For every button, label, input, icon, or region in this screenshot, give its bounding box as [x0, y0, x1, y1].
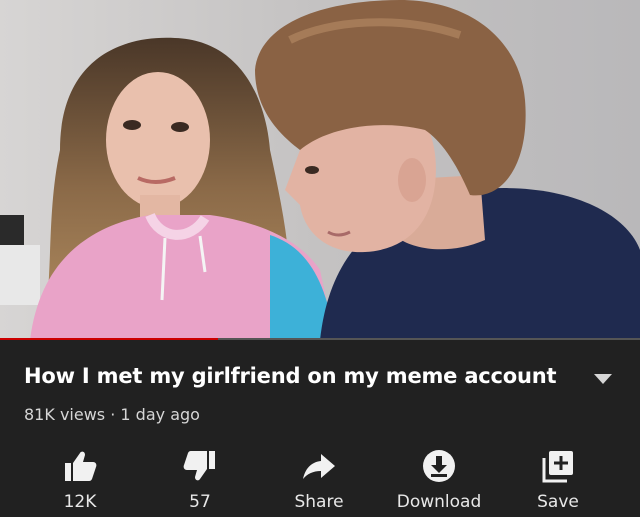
view-count: 81K views	[24, 405, 106, 424]
upload-age: 1 day ago	[120, 405, 200, 424]
meta-separator: ·	[110, 405, 116, 424]
like-count: 12K	[63, 492, 97, 512]
action-bar: 12K 57 Share Download Save	[0, 444, 640, 514]
thumbs-up-icon	[65, 451, 97, 481]
dislike-button[interactable]: 57	[145, 444, 255, 514]
download-icon	[423, 450, 455, 482]
add-to-playlist-icon	[542, 451, 573, 483]
dislike-count: 57	[189, 492, 211, 512]
thumbs-down-icon	[183, 451, 215, 481]
save-label: Save	[537, 492, 579, 512]
share-label: Share	[294, 492, 344, 512]
save-button[interactable]: Save	[503, 444, 613, 514]
video-frame-image	[0, 0, 640, 340]
video-info-panel: How I met my girlfriend on my meme accou…	[0, 342, 640, 517]
share-button[interactable]: Share	[264, 444, 374, 514]
like-button[interactable]: 12K	[25, 444, 135, 514]
video-title[interactable]: How I met my girlfriend on my meme accou…	[24, 364, 584, 388]
chevron-down-icon[interactable]	[592, 372, 614, 386]
download-label: Download	[396, 492, 482, 512]
video-progress-fill	[0, 338, 218, 340]
video-player[interactable]	[0, 0, 640, 340]
share-arrow-icon	[303, 454, 335, 479]
video-metadata: 81K views · 1 day ago	[24, 405, 200, 424]
video-progress-bar[interactable]	[0, 338, 640, 340]
download-button[interactable]: Download	[384, 444, 494, 514]
